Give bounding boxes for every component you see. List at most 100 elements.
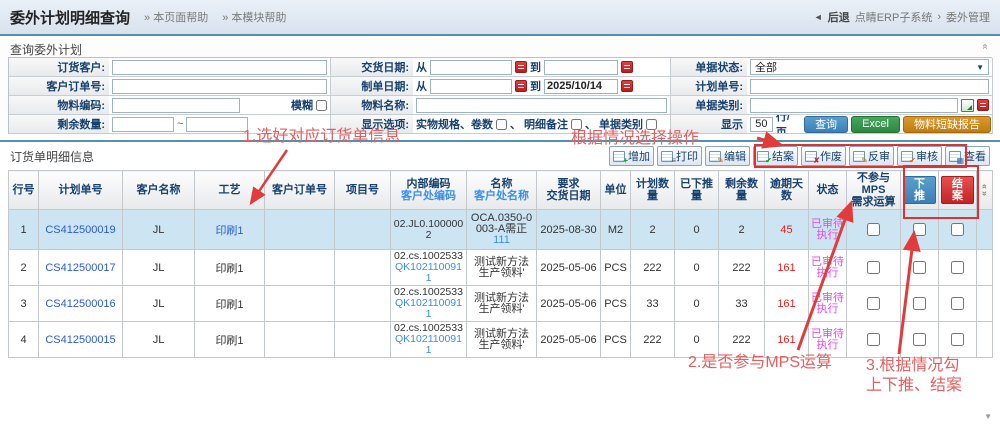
calendar-clear-icon[interactable] (621, 80, 633, 92)
view-button[interactable]: ▦查看 (945, 146, 990, 166)
print-icon: ≡ (661, 151, 673, 162)
customer-order-input[interactable] (112, 79, 327, 94)
doc-status-select[interactable]: 全部 ▼ (750, 59, 989, 75)
topbar: 委外计划明细查询 » 本页面帮助 » 本模块帮助 ◄ 后退 点睛ERP子系统 ›… (0, 0, 1000, 36)
print-button[interactable]: ≡打印 (657, 146, 702, 166)
close-case-checkbox[interactable] (951, 261, 964, 274)
page-help-link[interactable]: » 本页面帮助 (144, 9, 208, 25)
plan-no-link[interactable]: CS412500017 (39, 250, 123, 286)
plan-no-link[interactable]: CS412500015 (39, 322, 123, 358)
breadcrumb-module[interactable]: 委外管理 (946, 9, 990, 25)
table-row[interactable]: 3 CS412500016 JL 印刷1 02.cs.1002533QK1021… (9, 286, 993, 322)
calendar-clear-icon[interactable] (621, 61, 633, 73)
cell-line-no: 4 (9, 322, 39, 358)
add-icon: + (613, 151, 625, 162)
lookup-icon[interactable] (961, 99, 974, 112)
push-down-checkbox[interactable] (913, 223, 926, 236)
delivery-date-from-input[interactable] (430, 60, 512, 75)
page-size-input[interactable] (750, 117, 773, 132)
cell-remain-qty: 2 (719, 210, 765, 250)
table-row[interactable]: 4 CS412500015 JL 印刷1 02.cs.1002533QK1021… (9, 322, 993, 358)
close-case-header-button[interactable]: 结案 (941, 176, 974, 204)
module-help-link[interactable]: » 本模块帮助 (222, 9, 286, 25)
material-code-label: 物料编码: (9, 96, 109, 114)
back-button[interactable]: 后退 (828, 9, 850, 25)
doc-category-checkbox[interactable] (646, 119, 657, 130)
col-header-code: 内部编码客户处编码 (391, 171, 467, 210)
spec-checkbox[interactable] (496, 119, 507, 130)
material-shortage-report-button[interactable]: 物料短缺报告 (903, 116, 991, 133)
push-down-header-button[interactable]: 下推 (903, 176, 936, 204)
query-panel-title: 查询委外计划 (10, 41, 82, 58)
calendar-clear-icon[interactable] (515, 80, 527, 92)
table-row[interactable]: 2 CS412500017 JL 印刷1 02.cs.1002533QK1021… (9, 250, 993, 286)
push-down-checkbox[interactable] (913, 297, 926, 310)
void-icon: ✘ (805, 151, 817, 162)
edit-button[interactable]: ✎编辑 (705, 146, 750, 166)
col-header-push: 下推 (901, 171, 939, 210)
scroll-down-icon[interactable]: ▼ (984, 412, 992, 421)
col-header-unit: 单位 (601, 171, 631, 210)
detail-toolbar: +增加 ≡打印 ✎编辑 ✔结案 ✘作废 ✎反审 ✔审核 ▦查看 (609, 146, 990, 166)
order-customer-label: 订货客户: (9, 58, 109, 76)
fuzzy-checkbox[interactable] (316, 100, 327, 111)
edit-icon: ✎ (709, 151, 721, 162)
mps-checkbox[interactable] (867, 297, 880, 310)
close-case-button[interactable]: ✔结案 (753, 146, 798, 166)
cell-unit: PCS (601, 322, 631, 358)
push-down-checkbox[interactable] (913, 261, 926, 274)
mps-checkbox[interactable] (867, 261, 880, 274)
plan-no-label: 计划单号: (671, 77, 747, 95)
plan-no-link[interactable]: CS412500016 (39, 286, 123, 322)
approve-button[interactable]: ✔审核 (897, 146, 942, 166)
detail-note-checkbox[interactable] (571, 119, 582, 130)
remaining-qty-min-input[interactable] (112, 117, 174, 132)
to-label: 到 (530, 78, 541, 94)
push-down-checkbox[interactable] (913, 333, 926, 346)
plan-no-input[interactable] (750, 79, 989, 94)
cell-code: 02.cs.1002533QK1021100911 (391, 250, 467, 286)
cell-filler (977, 322, 993, 358)
calendar-clear-icon[interactable] (515, 61, 527, 73)
table-row[interactable]: 1 CS412500019 JL 印刷1 02.JL0.1000002 OCA.… (9, 210, 993, 250)
doc-category-input[interactable] (750, 98, 958, 113)
option-spec-label: 实物规格、卷数 (416, 116, 493, 132)
col-header-customer: 客户名称 (123, 171, 195, 210)
query-button[interactable]: 查询 (804, 116, 848, 133)
field-material-code: 物料编码: 模糊 (9, 96, 331, 115)
cell-code: 02.cs.1002533QK1021100911 (391, 322, 467, 358)
cell-overdue-days: 161 (765, 322, 809, 358)
cell-overdue-days: 161 (765, 250, 809, 286)
col-header-plan-no: 计划单号 (39, 171, 123, 210)
doc-status-label: 单据状态: (671, 58, 747, 76)
column-collapse-control[interactable]: «» (977, 171, 993, 210)
cell-close (939, 250, 977, 286)
make-date-to-input[interactable] (544, 79, 618, 94)
col-header-name: 名称客户处名称 (467, 171, 537, 210)
material-name-input[interactable] (416, 98, 667, 113)
reject-approval-button[interactable]: ✎反审 (849, 146, 894, 166)
make-date-from-input[interactable] (430, 79, 512, 94)
reject-approval-icon: ✎ (853, 151, 865, 162)
void-button[interactable]: ✘作废 (801, 146, 846, 166)
mps-checkbox[interactable] (867, 223, 880, 236)
breadcrumb-system[interactable]: 点睛ERP子系统 (855, 9, 933, 25)
close-case-checkbox[interactable] (951, 333, 964, 346)
cell-code: 02.JL0.1000002 (391, 210, 467, 250)
cell-filler (977, 286, 993, 322)
mps-checkbox[interactable] (867, 333, 880, 346)
add-button[interactable]: +增加 (609, 146, 654, 166)
collapse-panel-icon[interactable]: « (980, 44, 991, 50)
approve-icon: ✔ (901, 151, 913, 162)
close-case-checkbox[interactable] (951, 297, 964, 310)
remaining-qty-max-input[interactable] (186, 117, 248, 132)
clear-icon[interactable] (977, 99, 989, 111)
cell-status: 已审待执行 (809, 286, 847, 322)
cell-close (939, 286, 977, 322)
material-code-input[interactable] (112, 98, 240, 113)
plan-no-link[interactable]: CS412500019 (39, 210, 123, 250)
delivery-date-to-input[interactable] (544, 60, 618, 75)
order-customer-input[interactable] (112, 60, 327, 75)
excel-button[interactable]: Excel (851, 116, 900, 133)
close-case-checkbox[interactable] (951, 223, 964, 236)
